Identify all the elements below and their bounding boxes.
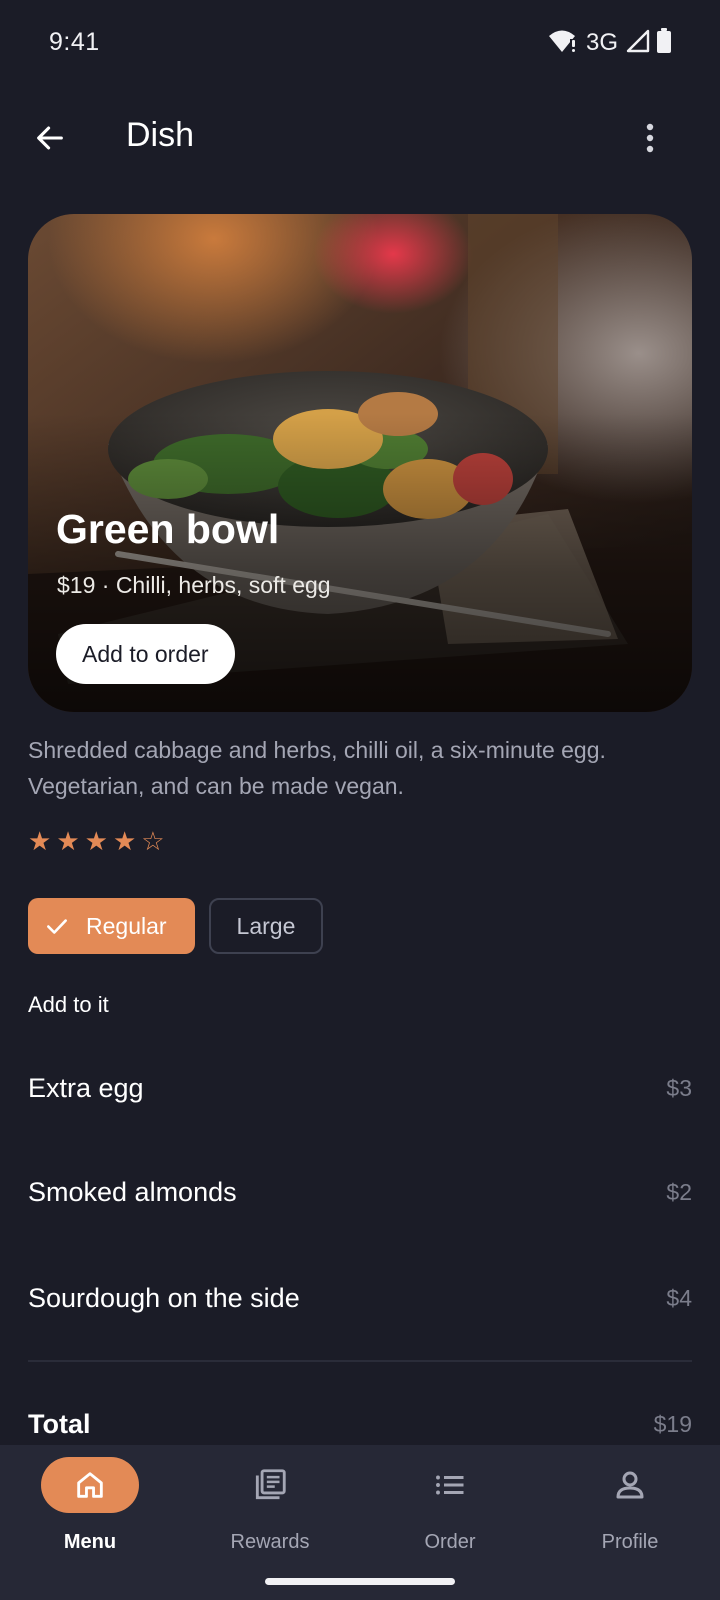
battery-icon <box>656 27 672 59</box>
addon-name: Sourdough on the side <box>28 1282 300 1313</box>
addon-price: $2 <box>666 1178 692 1205</box>
top-app-bar: Dish <box>0 98 720 178</box>
addon-price: $3 <box>666 1074 692 1101</box>
rewards-icon <box>255 1469 286 1500</box>
star-filled-icon: ★ <box>28 826 52 856</box>
size-chip-label: Large <box>236 912 296 939</box>
signal-icon <box>626 29 650 58</box>
addon-price: $4 <box>666 1284 692 1311</box>
nav-active-indicator <box>41 1457 139 1513</box>
dish-description: Shredded cabbage and herbs, chilli oil, … <box>28 737 606 799</box>
check-icon <box>47 919 67 934</box>
home-icon <box>77 1472 103 1498</box>
dish-name: Green bowl <box>56 506 280 552</box>
rating-stars: ★ ★ ★ ★ ☆ <box>28 826 165 856</box>
size-chip-regular[interactable]: Regular <box>28 898 195 954</box>
back-button[interactable] <box>22 110 78 166</box>
nav-label: Order <box>424 1531 476 1553</box>
dish-screen: 9:41 3G Dish Green bowl $19 · Chilli, he… <box>0 0 720 1600</box>
nav-label: Profile <box>601 1531 659 1553</box>
person-icon <box>616 1471 644 1499</box>
status-icons: 3G <box>548 27 672 59</box>
nav-item-rewards[interactable]: Rewards <box>180 1457 360 1567</box>
total-row: Total $19 <box>28 1396 692 1452</box>
addon-item-extra-egg[interactable]: Extra egg $3 <box>28 1058 692 1118</box>
network-type: 3G <box>585 29 618 56</box>
star-filled-icon: ★ <box>112 826 137 856</box>
star-filled-icon: ★ <box>84 826 108 856</box>
nav-icon-container <box>401 1457 499 1513</box>
total-value: $19 <box>653 1410 692 1437</box>
addon-name: Smoked almonds <box>28 1176 237 1207</box>
status-bar: 9:41 3G <box>0 0 720 88</box>
addon-name: Extra egg <box>28 1072 144 1103</box>
gesture-handle[interactable] <box>265 1578 455 1585</box>
addons-section-title: Add to it <box>28 992 109 1017</box>
star-empty-icon: ☆ <box>141 826 165 856</box>
arrow-left-icon <box>37 126 63 150</box>
dish-hero-card: Green bowl $19 · Chilli, herbs, soft egg… <box>28 214 692 712</box>
total-label: Total <box>28 1408 91 1439</box>
more-options-button[interactable] <box>622 110 678 166</box>
page-title: Dish <box>126 116 195 154</box>
size-selector: Regular Large <box>28 898 324 954</box>
dish-meta: $19 · Chilli, herbs, soft egg <box>57 572 331 598</box>
list-icon <box>436 1475 464 1495</box>
nav-item-profile[interactable]: Profile <box>540 1457 720 1567</box>
addon-item-sourdough[interactable]: Sourdough on the side $4 <box>28 1268 692 1328</box>
wifi-alert-icon <box>548 28 578 59</box>
add-to-order-button[interactable]: Add to order <box>56 624 235 684</box>
more-vert-icon <box>646 123 654 153</box>
nav-icon-container <box>581 1457 679 1513</box>
nav-item-menu[interactable]: Menu <box>0 1457 180 1567</box>
size-chip-large[interactable]: Large <box>208 898 324 954</box>
nav-label: Menu <box>63 1531 117 1553</box>
star-filled-icon: ★ <box>56 826 80 856</box>
nav-icon-container <box>221 1457 319 1513</box>
status-time: 9:41 <box>49 28 100 56</box>
divider <box>28 1360 692 1362</box>
bottom-navigation: Menu Rewards Order Profile <box>0 1445 720 1600</box>
size-chip-label: Regular <box>86 912 167 939</box>
addon-item-smoked-almonds[interactable]: Smoked almonds $2 <box>28 1162 692 1222</box>
nav-item-order[interactable]: Order <box>360 1457 540 1567</box>
nav-label: Rewards <box>230 1531 310 1553</box>
